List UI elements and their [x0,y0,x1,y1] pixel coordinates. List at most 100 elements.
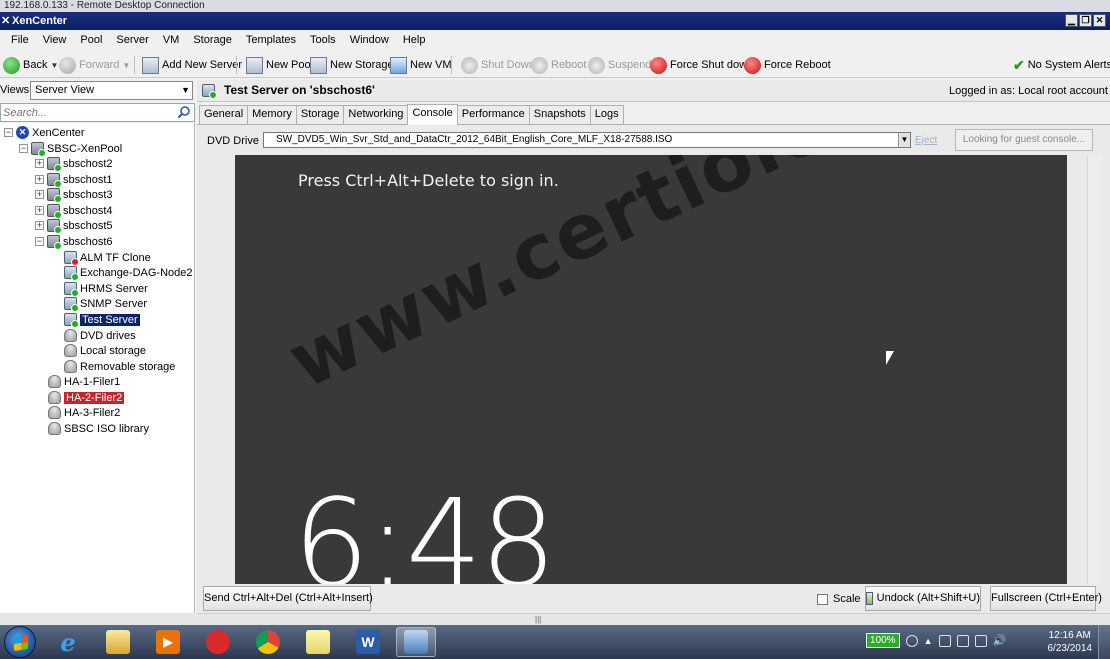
force-shut-down-button[interactable]: Force Shut down [650,55,753,75]
tree-node-host[interactable]: + sbschost2 [35,156,113,172]
menu-help[interactable]: Help [396,30,433,51]
expand-icon[interactable]: + [35,190,44,199]
restore-button[interactable]: ❐ [1079,14,1092,27]
flag-icon[interactable] [938,634,951,647]
taskbar-word[interactable]: W [348,627,388,657]
chevron-down-icon: ▼ [181,85,190,95]
system-clock[interactable]: 12:16 AM 6/23/2014 [1048,629,1093,655]
tab-general[interactable]: General [199,105,249,124]
back-button[interactable]: Back ▼ [3,55,58,75]
taskbar-media-player[interactable]: ▶ [148,627,188,657]
menu-server[interactable]: Server [109,30,155,51]
collapse-icon[interactable]: − [4,128,13,137]
forward-dropdown-icon[interactable]: ▼ [122,61,130,70]
tree-node-host[interactable]: + sbschost5 [35,218,113,234]
taskbar-chrome[interactable] [248,627,288,657]
send-ctrl-alt-del-button[interactable]: Send Ctrl+Alt+Del (Ctrl+Alt+Insert) [203,586,373,611]
tree-node-pool[interactable]: − SBSC-XenPool [19,141,122,157]
undock-button[interactable]: Undock (Alt+Shift+U) [865,586,981,611]
new-vm-button[interactable]: New VM [390,55,452,75]
add-new-server-button[interactable]: Add New Server [142,55,242,75]
tree-node-host[interactable]: + sbschost1 [35,172,113,188]
show-desktop-button[interactable] [1098,625,1110,659]
search-input[interactable] [1,104,171,121]
menu-window[interactable]: Window [343,30,396,51]
tab-snapshots[interactable]: Snapshots [528,105,591,124]
suspend-button[interactable]: Suspend [588,55,651,75]
tree-node-pool-storage[interactable]: HA-1-Filer1 [48,374,120,389]
network-icon[interactable] [974,634,987,647]
taskbar-ie[interactable]: e [48,627,88,657]
start-button[interactable] [4,626,36,658]
back-dropdown-icon[interactable]: ▼ [50,61,58,70]
menu-pool[interactable]: Pool [73,30,109,51]
system-alerts-button[interactable]: ✔ No System Alerts [1013,55,1110,75]
tree-node-vm[interactable]: ALM TF Clone [64,250,151,266]
collapse-icon[interactable]: − [35,237,44,246]
tab-memory[interactable]: Memory [247,105,297,124]
taskbar-remote-desktop[interactable] [396,627,436,657]
force-reboot-button[interactable]: Force Reboot [744,55,831,75]
tree-node-host[interactable]: − sbschost6 [35,234,113,250]
tree-node-pool-storage-selected[interactable]: HA-2-Filer2 [48,390,125,405]
show-hidden-icons-icon[interactable]: ▲ [924,636,933,646]
tree-node-vm[interactable]: Exchange-DAG-Node2 [64,265,193,281]
tree-node-vm[interactable]: HRMS Server [64,281,148,297]
tree-node-host[interactable]: + sbschost4 [35,203,113,219]
new-pool-button[interactable]: New Pool [246,55,313,75]
tree-node-vm-selected[interactable]: Test Server [64,312,140,328]
menu-view[interactable]: View [36,30,74,51]
battery-indicator[interactable]: 100% [866,633,900,648]
expand-icon[interactable]: + [35,175,44,184]
tab-storage[interactable]: Storage [295,105,345,124]
views-select[interactable]: Server View ▼ [30,81,193,100]
expand-icon[interactable]: + [35,159,44,168]
tree-node-storage[interactable]: Local storage [64,343,146,358]
menu-file[interactable]: File [4,30,36,51]
taskbar-explorer[interactable] [98,627,138,657]
menu-tools[interactable]: Tools [303,30,343,51]
tree-node-pool-storage[interactable]: SBSC ISO library [48,421,149,436]
expand-icon[interactable]: + [35,221,44,230]
guest-console-button[interactable]: Looking for guest console... [955,129,1093,151]
shut-down-button[interactable]: Shut Down [461,55,535,75]
search-icon[interactable] [177,105,191,119]
folder-icon [106,630,130,654]
tab-networking[interactable]: Networking [343,105,409,124]
tree-node-host[interactable]: + sbschost3 [35,187,113,203]
fullscreen-button[interactable]: Fullscreen (Ctrl+Enter) [990,586,1102,611]
forward-button[interactable]: Forward ▼ [59,55,130,75]
menu-storage[interactable]: Storage [186,30,239,51]
windows-logo-icon [14,635,28,651]
menu-vm[interactable]: VM [156,30,187,51]
tab-logs[interactable]: Logs [589,105,624,124]
dvd-drive-select[interactable]: SW_DVD5_Win_Svr_Std_and_DataCtr_2012_64B… [263,132,911,148]
sign-in-prompt: Press Ctrl+Alt+Delete to sign in. [298,171,559,190]
volume-icon[interactable]: 🔊 [993,634,1007,647]
close-button[interactable]: ✕ [1093,14,1106,27]
new-storage-button[interactable]: New Storage [310,55,394,75]
tree-node-xencenter[interactable]: − ✕ XenCenter [4,125,85,140]
eject-link[interactable]: Eject [915,135,937,146]
tree-node-storage[interactable]: Removable storage [64,359,175,374]
power-icon[interactable] [905,634,918,647]
vm-console-screen[interactable]: Press Ctrl+Alt+Delete to sign in. www.ce… [235,155,1067,584]
horizontal-scrollbar[interactable]: ||| [197,613,1110,625]
collapse-icon[interactable]: − [19,144,28,153]
vertical-scrollbar[interactable] [1087,155,1102,584]
minimize-button[interactable]: ▁ [1065,14,1078,27]
taskbar-sticky[interactable] [298,627,338,657]
device-icon[interactable] [956,634,969,647]
tab-performance[interactable]: Performance [456,105,530,124]
expand-icon[interactable]: + [35,206,44,215]
tree-node-vm[interactable]: SNMP Server [64,296,147,312]
tab-console[interactable]: Console [407,104,458,125]
menu-templates[interactable]: Templates [239,30,303,51]
taskbar-app-red[interactable] [198,627,238,657]
chevron-down-icon: ▼ [898,133,910,147]
scale-checkbox[interactable] [817,593,828,605]
tree-node-storage[interactable]: DVD drives [64,328,136,343]
tree-node-pool-storage[interactable]: HA-3-Filer2 [48,405,120,420]
server-icon [47,204,62,219]
reboot-button[interactable]: Reboot [531,55,586,75]
